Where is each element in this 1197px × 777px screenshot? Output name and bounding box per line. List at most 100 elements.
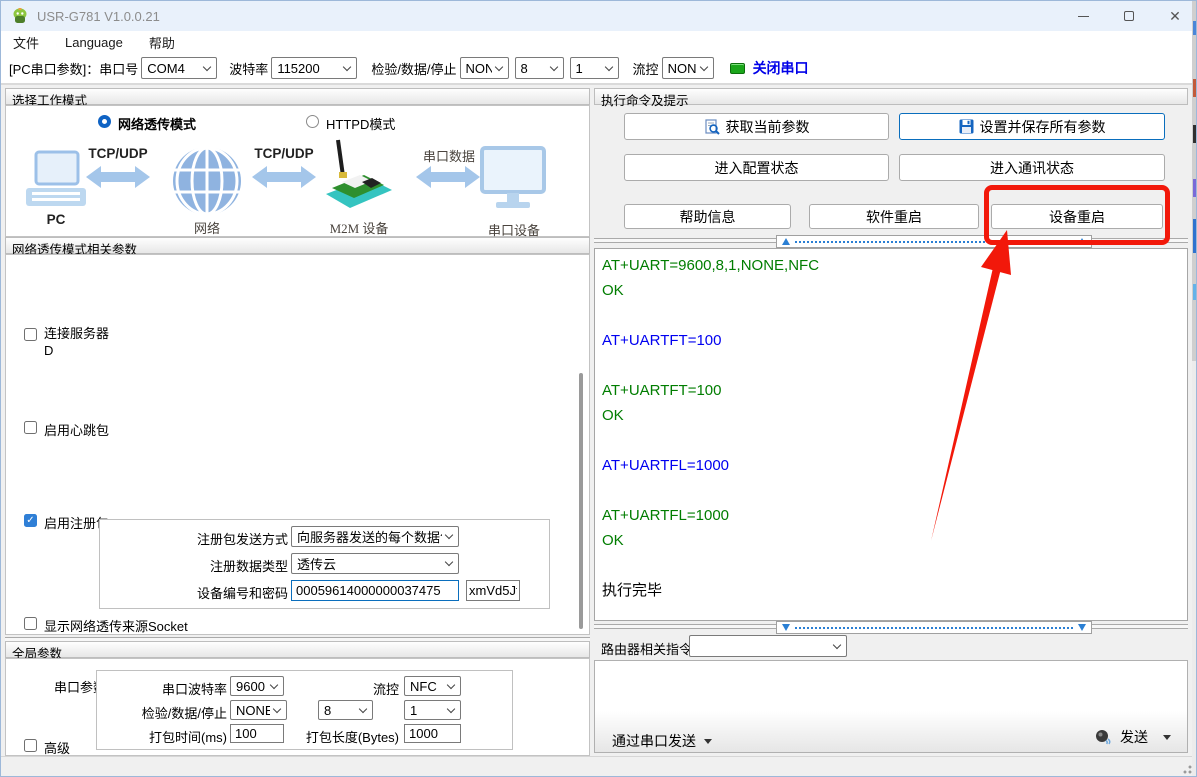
g-stopbits-select[interactable]: 1 xyxy=(404,700,461,720)
pc-label: PC xyxy=(24,212,88,227)
radio-transparent-mode[interactable] xyxy=(98,115,111,128)
log-bottom-splitter[interactable] xyxy=(1092,624,1188,629)
regpack-checkbox[interactable]: ✓ xyxy=(24,514,37,527)
parity-select[interactable]: NONI xyxy=(460,57,509,79)
g-flow-label: 流控 xyxy=(343,679,399,698)
device-id-label: 设备编号和密码 xyxy=(120,583,288,602)
g-parity-label: 检验/数据/停止 xyxy=(117,703,227,722)
g-parity-select[interactable]: NONE xyxy=(230,700,287,720)
reg-data-type-label: 注册数据类型 xyxy=(120,556,288,575)
dropdown-arrow-icon xyxy=(704,739,712,744)
log-bottom-scrollbar[interactable] xyxy=(776,621,1092,634)
chevron-down-icon xyxy=(494,62,502,70)
serial-params-groupbox: 串口波特率 9600 流控 NFC 检验/数据/停止 NONE 8 1 打包时间… xyxy=(96,670,513,750)
radio-httpd-mode[interactable] xyxy=(306,115,319,128)
via-serial-dropdown[interactable]: 通过串口发送 xyxy=(612,731,712,751)
router-cmd-select[interactable] xyxy=(689,635,847,657)
screen-edge-artifact xyxy=(1193,79,1197,97)
radio-transparent-mode-label: 网络透传模式 xyxy=(118,114,196,133)
device-password-input[interactable] xyxy=(466,580,520,601)
baud-select[interactable]: 115200 xyxy=(271,57,357,79)
status-bar xyxy=(1,756,1197,777)
chevron-down-icon xyxy=(833,640,841,648)
g-flow-select[interactable]: NFC xyxy=(404,676,461,696)
set-save-params-button[interactable]: 设置并保存所有参数 xyxy=(899,113,1165,140)
radio-httpd-mode-label: HTTPD模式 xyxy=(326,114,395,133)
log-line: AT+UARTFT=100 xyxy=(602,328,1187,353)
screen-edge-artifact xyxy=(1193,21,1197,35)
reg-send-mode-select[interactable]: 向服务器发送的每个数据包 xyxy=(291,526,459,547)
log-top-splitter[interactable] xyxy=(1092,238,1188,243)
arrow-double-icon xyxy=(86,166,150,188)
commands-section-header: 执行命令及提示 xyxy=(594,88,1188,105)
app-window: USR-G781 V1.0.0.21 ✕ 文件 Language 帮助 [PC串… xyxy=(0,0,1197,777)
minimize-button[interactable] xyxy=(1060,1,1106,31)
heartbeat-checkbox[interactable] xyxy=(24,421,37,434)
menu-file[interactable]: 文件 xyxy=(13,33,39,52)
stopbits-select[interactable]: 1 xyxy=(570,57,619,79)
packlen-label: 打包长度(Bytes) xyxy=(293,727,399,746)
close-button[interactable]: ✕ xyxy=(1152,1,1197,31)
command-log[interactable]: AT+UART=9600,8,1,NONE,NFC OK AT+UARTFT=1… xyxy=(594,248,1188,621)
advanced-checkbox[interactable] xyxy=(24,739,37,752)
scroll-up-icon xyxy=(1078,238,1086,245)
parity-label: 检验/数据/停止 xyxy=(371,59,456,78)
serial-toolbar: [PC串口参数]：串口号 COM4 波特率 115200 检验/数据/停止 NO… xyxy=(1,53,1197,85)
send-button[interactable]: 发送 xyxy=(1095,727,1171,747)
screen-edge-artifact xyxy=(1193,179,1197,197)
log-line xyxy=(602,353,1187,378)
chevron-down-icon xyxy=(203,62,211,70)
regpack-groupbox: 注册包发送方式 向服务器发送的每个数据包 注册数据类型 透传云 设备编号和密码 xyxy=(99,519,550,609)
g-baud-label: 串口波特率 xyxy=(117,679,227,698)
chevron-down-icon xyxy=(699,62,707,70)
device-restart-button[interactable]: 设备重启 xyxy=(991,204,1163,229)
port-open-indicator-icon xyxy=(730,63,745,74)
link3-label: 串口数据 xyxy=(416,146,482,165)
work-mode-section-header: 选择工作模式 xyxy=(5,88,590,105)
show-socket-checkbox[interactable] xyxy=(24,617,37,630)
log-top-scrollbar[interactable] xyxy=(776,235,1092,248)
databits-select[interactable]: 8 xyxy=(515,57,564,79)
pc-serial-group-label: [PC串口参数]：串口号 xyxy=(9,59,138,78)
scroll-track xyxy=(795,241,1073,243)
device-id-input[interactable] xyxy=(291,580,459,601)
global-params-panel: 串口参数 串口波特率 9600 流控 NFC 检验/数据/停止 NONE 8 1… xyxy=(5,658,590,756)
chevron-down-icon xyxy=(270,680,278,688)
global-params-section-header: 全局参数 xyxy=(5,641,590,658)
screen-edge-artifact xyxy=(1192,361,1197,777)
menu-language[interactable]: Language xyxy=(65,35,123,50)
send-input-area[interactable]: 通过串口发送 发送 xyxy=(594,660,1188,753)
reg-data-type-select[interactable]: 透传云 xyxy=(291,553,459,574)
enter-config-button[interactable]: 进入配置状态 xyxy=(624,154,889,181)
dropdown-arrow-icon xyxy=(1163,735,1171,740)
connect-server-label: 连接服务器D xyxy=(44,325,114,359)
work-mode-panel: 网络透传模式 HTTPD模式 PC TCP/UDP 网络 TCP/UDP xyxy=(5,105,590,237)
link2-label: TCP/UDP xyxy=(252,146,316,161)
baud-label: 波特率 xyxy=(229,59,268,78)
g-databits-select[interactable]: 8 xyxy=(318,700,373,720)
packlen-input[interactable] xyxy=(404,724,461,743)
log-top-splitter[interactable] xyxy=(594,238,776,243)
connect-server-checkbox[interactable] xyxy=(24,328,37,341)
close-port-button[interactable]: 关闭串口 xyxy=(753,58,809,78)
maximize-button[interactable] xyxy=(1106,1,1152,31)
log-bottom-splitter[interactable] xyxy=(594,624,776,629)
chevron-down-icon xyxy=(445,558,453,566)
search-document-icon xyxy=(704,119,720,135)
packtime-input[interactable] xyxy=(230,724,284,743)
menu-help[interactable]: 帮助 xyxy=(149,33,175,52)
help-info-button[interactable]: 帮助信息 xyxy=(624,204,791,229)
flow-select[interactable]: NONE xyxy=(662,57,714,79)
log-line: AT+UARTFT=100 xyxy=(602,378,1187,403)
software-restart-button[interactable]: 软件重启 xyxy=(809,204,979,229)
get-params-button[interactable]: 获取当前参数 xyxy=(624,113,889,140)
enter-comm-button[interactable]: 进入通讯状态 xyxy=(899,154,1165,181)
resize-grip[interactable] xyxy=(1182,764,1192,774)
flow-label: 流控 xyxy=(633,59,659,78)
com-port-select[interactable]: COM4 xyxy=(141,57,217,79)
left-panel-scrollbar[interactable] xyxy=(579,373,583,629)
g-baud-select[interactable]: 9600 xyxy=(230,676,284,696)
log-line: OK xyxy=(602,278,1187,303)
menu-bar: 文件 Language 帮助 xyxy=(1,31,1197,53)
packtime-label: 打包时间(ms) xyxy=(117,727,227,746)
